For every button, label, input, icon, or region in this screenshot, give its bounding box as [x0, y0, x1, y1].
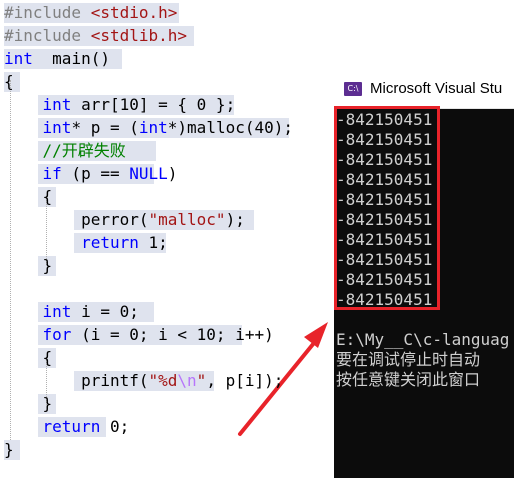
code-token: main() — [32, 49, 110, 68]
code-token: * p = ( — [71, 118, 139, 137]
code-line[interactable]: return 0; — [4, 416, 129, 438]
code-token: <stdlib.h> — [90, 26, 188, 45]
code-token: NULL — [129, 164, 168, 183]
code-token: if — [42, 164, 62, 183]
code-line[interactable]: int arr[10] = { 0 }; — [4, 94, 235, 116]
code-token: \n — [177, 371, 197, 390]
code-token: return — [81, 233, 139, 252]
code-line[interactable]: #include <stdlib.h> — [4, 25, 194, 47]
code-token: int — [138, 118, 168, 137]
code-token: arr[10] = { 0 }; — [71, 95, 236, 114]
code-line[interactable]: int i = 0; — [4, 301, 154, 323]
code-token: int — [4, 49, 33, 68]
code-token: perror( — [4, 210, 149, 229]
code-token: for — [42, 325, 72, 344]
code-token: i = 0; — [71, 302, 139, 321]
code-token: { — [4, 348, 53, 367]
code-token: 1; — [138, 233, 168, 252]
code-token: } — [4, 256, 53, 275]
code-line[interactable]: #include <stdio.h> — [4, 2, 179, 24]
code-token: #include — [4, 26, 91, 45]
code-token: { — [4, 187, 53, 206]
code-token: } — [4, 394, 53, 413]
code-line[interactable]: { — [4, 186, 56, 208]
code-token: ) — [167, 164, 178, 183]
code-line[interactable]: printf("%d\n", p[i]); — [4, 370, 283, 392]
code-line[interactable]: } — [4, 255, 56, 277]
code-token: int — [42, 302, 72, 321]
code-token: //开辟失败 — [42, 141, 126, 160]
code-line[interactable]: return 1; — [4, 232, 168, 254]
code-line[interactable]: //开辟失败 — [4, 140, 156, 162]
code-token: *)malloc(40); — [167, 118, 294, 137]
code-line[interactable]: perror("malloc"); — [4, 209, 254, 231]
code-token: } — [4, 440, 14, 459]
code-token: (i = 0; i < 10; i++) — [71, 325, 274, 344]
code-token: 0; — [100, 417, 130, 436]
code-line[interactable]: for (i = 0; i < 10; i++) — [4, 324, 274, 346]
code-line[interactable]: } — [4, 439, 20, 461]
code-token: (p == — [61, 164, 130, 183]
code-token: #include — [4, 3, 91, 22]
code-token: "malloc" — [148, 210, 226, 229]
code-token: "%d — [148, 371, 178, 390]
code-token: return — [42, 417, 101, 436]
code-line[interactable]: { — [4, 71, 20, 93]
code-token: , p[i]); — [206, 371, 284, 390]
code-line[interactable]: if (p == NULL) — [4, 163, 177, 185]
code-line[interactable]: { — [4, 347, 56, 369]
code-token: printf( — [4, 371, 149, 390]
code-token: { — [4, 72, 14, 91]
code-token: " — [196, 371, 207, 390]
code-line[interactable]: } — [4, 393, 56, 415]
code-token: ); — [225, 210, 245, 229]
code-line[interactable]: int* p = (int*)malloc(40); — [4, 117, 293, 139]
code-token: int — [42, 118, 72, 137]
code-line[interactable]: int main() — [4, 48, 122, 70]
code-token: <stdio.h> — [90, 3, 178, 22]
code-token: int — [42, 95, 72, 114]
